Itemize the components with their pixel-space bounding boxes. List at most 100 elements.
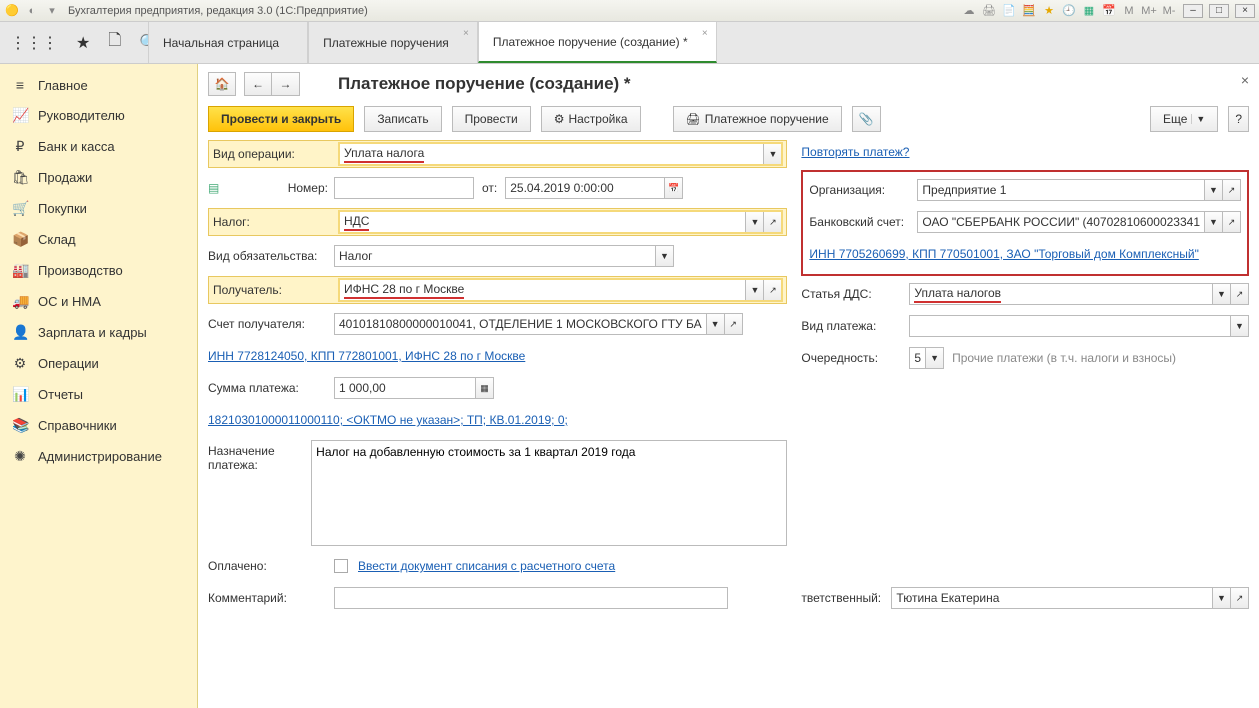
dropdown-icon[interactable]: ▼ xyxy=(1231,315,1249,337)
open-icon[interactable]: ↗ xyxy=(764,211,782,233)
open-icon[interactable]: ↗ xyxy=(1231,587,1249,609)
dropdown-icon[interactable]: ▼ xyxy=(746,279,764,301)
tax-select[interactable]: НДС xyxy=(339,211,746,233)
close-document-icon[interactable]: × xyxy=(1241,72,1249,88)
tb-icon-6[interactable]: 🕘 xyxy=(1061,3,1077,19)
back-round-icon[interactable]: ◐ xyxy=(24,3,40,19)
repeat-payment-link[interactable]: Повторять платеж? xyxy=(801,145,909,159)
open-icon[interactable]: ↗ xyxy=(764,279,782,301)
priority-label: Очередность: xyxy=(801,351,909,365)
minimize-button[interactable]: – xyxy=(1183,4,1203,18)
date-input[interactable]: 25.04.2019 0:00:00 xyxy=(505,177,665,199)
tb-icon-8[interactable]: 📅 xyxy=(1101,3,1117,19)
tb-icon-4[interactable]: 🧮 xyxy=(1021,3,1037,19)
drop-icon[interactable]: ▾ xyxy=(44,3,60,19)
calendar-icon[interactable]: 📅 xyxy=(665,177,683,199)
priority-input[interactable]: 5 xyxy=(909,347,926,369)
close-window-button[interactable]: × xyxy=(1235,4,1255,18)
tab-payment-order-create[interactable]: Платежное поручение (создание) * × xyxy=(478,22,717,63)
bank-account-select[interactable]: ОАО "СБЕРБАНК РОССИИ" (40702810600023341 xyxy=(917,211,1205,233)
attachment-button[interactable]: 📎 xyxy=(852,106,881,132)
tb-icon-3[interactable]: 📄 xyxy=(1001,3,1017,19)
settings-button[interactable]: ⚙Настройка xyxy=(541,106,641,132)
purpose-textarea[interactable] xyxy=(311,440,787,546)
sidebar-item-salary[interactable]: 👤Зарплата и кадры xyxy=(0,317,197,348)
organization-select[interactable]: Предприятие 1 xyxy=(917,179,1205,201)
dropdown-icon[interactable]: ▼ xyxy=(1213,587,1231,609)
save-button[interactable]: Записать xyxy=(364,106,441,132)
sidebar-item-purchases[interactable]: 🛒Покупки xyxy=(0,193,197,224)
tb-icon-m2[interactable]: M+ xyxy=(1141,3,1157,19)
tab-home[interactable]: Начальная страница xyxy=(148,22,308,63)
home-button[interactable]: 🏠 xyxy=(208,72,236,96)
recipient-details-link[interactable]: ИНН 7728124050, КПП 772801001, ИФНС 28 п… xyxy=(208,349,525,363)
more-button[interactable]: Еще▼ xyxy=(1150,106,1218,132)
sidebar-item-admin[interactable]: ✺Администрирование xyxy=(0,441,197,472)
sidebar-item-main[interactable]: ≡Главное xyxy=(0,70,197,100)
back-button[interactable]: ← xyxy=(244,72,272,96)
organization-block: Организация: Предприятие 1 ▼ ↗ Банковски… xyxy=(801,170,1249,276)
tb-icon-1[interactable]: ☁ xyxy=(961,3,977,19)
sidebar-item-production[interactable]: 🏭Производство xyxy=(0,255,197,286)
operation-type-select[interactable]: Уплата налога xyxy=(339,143,764,165)
dds-select[interactable]: Уплата налогов xyxy=(909,283,1213,305)
help-button[interactable]: ? xyxy=(1228,106,1249,132)
recipient-select[interactable]: ИФНС 28 по г Москве xyxy=(339,279,746,301)
sidebar-item-bank[interactable]: ₽Банк и касса xyxy=(0,131,197,162)
gear-icon: ⚙ xyxy=(12,355,28,372)
responsible-select[interactable]: Тютина Екатерина xyxy=(891,587,1213,609)
payment-type-select[interactable] xyxy=(909,315,1231,337)
clipboard-icon[interactable]: 🗋 xyxy=(108,29,121,56)
maximize-button[interactable]: □ xyxy=(1209,4,1229,18)
panel-bar: ⋮⋮⋮ ★ 🗋 🔍 Начальная страница Платежные п… xyxy=(0,22,1259,64)
tab-payment-orders[interactable]: Платежные поручения × xyxy=(308,22,478,63)
sidebar-item-os[interactable]: 🚚ОС и НМА xyxy=(0,286,197,317)
tab-close-icon[interactable]: × xyxy=(463,28,469,39)
dropdown-icon[interactable]: ▼ xyxy=(707,313,725,335)
dropdown-icon[interactable]: ▼ xyxy=(926,347,944,369)
obligation-select[interactable]: Налог xyxy=(334,245,656,267)
apps-icon[interactable]: ⋮⋮⋮ xyxy=(10,33,58,53)
sidebar-item-label: Банк и касса xyxy=(38,139,115,154)
sidebar-item-refs[interactable]: 📚Справочники xyxy=(0,410,197,441)
recipient-account-select[interactable]: 40101810800000010041, ОТДЕЛЕНИЕ 1 МОСКОВ… xyxy=(334,313,707,335)
dropdown-icon[interactable]: ▼ xyxy=(764,143,782,165)
dropdown-icon[interactable]: ▼ xyxy=(1205,179,1223,201)
open-icon[interactable]: ↗ xyxy=(725,313,743,335)
obligation-label: Вид обязательства: xyxy=(208,249,334,263)
tb-icon-7[interactable]: ▦ xyxy=(1081,3,1097,19)
post-and-close-button[interactable]: Провести и закрыть xyxy=(208,106,354,132)
number-input[interactable] xyxy=(334,177,474,199)
create-writeoff-link[interactable]: Ввести документ списания с расчетного сч… xyxy=(358,559,615,573)
kbk-link[interactable]: 18210301000011000110; <ОКТМО не указан>;… xyxy=(208,413,568,427)
paid-checkbox[interactable] xyxy=(334,559,348,573)
calculator-icon[interactable]: ▦ xyxy=(476,377,494,399)
print-payment-order-button[interactable]: 🖨Платежное поручение xyxy=(673,106,842,132)
tb-icon-5[interactable]: ★ xyxy=(1041,3,1057,19)
forward-button[interactable]: → xyxy=(272,72,300,96)
dropdown-icon[interactable]: ▼ xyxy=(1205,211,1223,233)
tb-icon-2[interactable]: 🖨 xyxy=(981,3,997,19)
post-button[interactable]: Провести xyxy=(452,106,531,132)
open-icon[interactable]: ↗ xyxy=(1231,283,1249,305)
favorite-icon[interactable]: ★ xyxy=(76,33,90,53)
sidebar-item-sales[interactable]: 🛍Продажи xyxy=(0,162,197,193)
document-icon: ▤ xyxy=(208,181,224,195)
sidebar-item-manager[interactable]: 📈Руководителю xyxy=(0,100,197,131)
sidebar-item-stock[interactable]: 📦Склад xyxy=(0,224,197,255)
bank-account-label: Банковский счет: xyxy=(809,215,917,229)
tab-close-icon[interactable]: × xyxy=(702,28,708,39)
comment-input[interactable] xyxy=(334,587,728,609)
dropdown-icon[interactable]: ▼ xyxy=(1213,283,1231,305)
organization-details-link[interactable]: ИНН 7705260699, КПП 770501001, ЗАО "Торг… xyxy=(809,247,1198,261)
dropdown-icon[interactable]: ▼ xyxy=(656,245,674,267)
sidebar-item-reports[interactable]: 📊Отчеты xyxy=(0,379,197,410)
tb-icon-m3[interactable]: M- xyxy=(1161,3,1177,19)
sidebar-item-operations[interactable]: ⚙Операции xyxy=(0,348,197,379)
dropdown-icon[interactable]: ▼ xyxy=(746,211,764,233)
open-icon[interactable]: ↗ xyxy=(1223,179,1241,201)
number-label: Номер: xyxy=(230,181,334,195)
open-icon[interactable]: ↗ xyxy=(1223,211,1241,233)
sum-input[interactable]: 1 000,00 xyxy=(334,377,476,399)
tb-icon-m1[interactable]: M xyxy=(1121,3,1137,19)
